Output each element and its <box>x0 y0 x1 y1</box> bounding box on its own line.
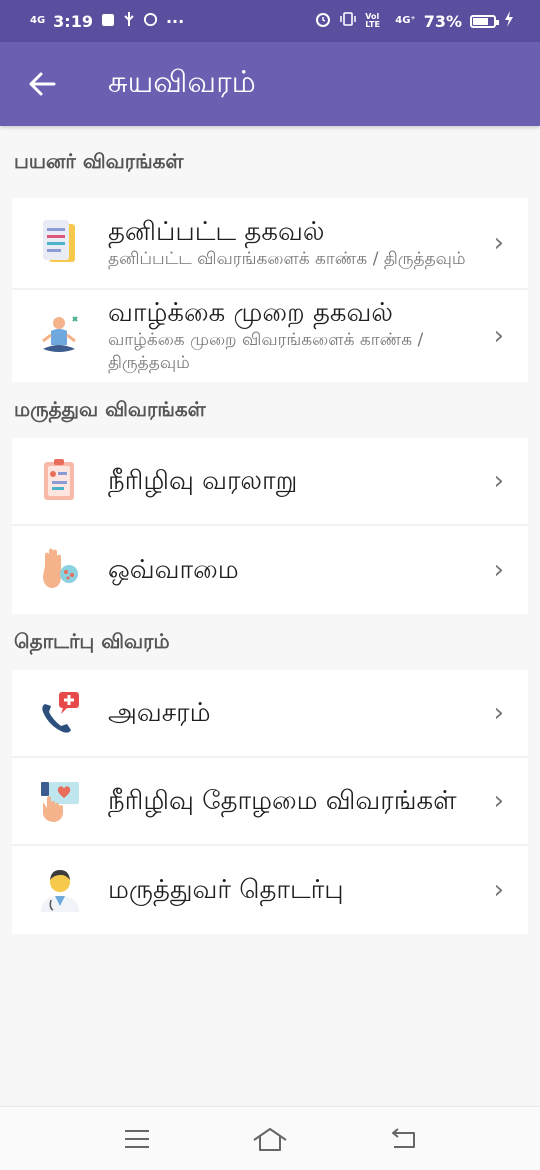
medical-report-icon <box>12 438 108 524</box>
section-header-contact-details: தொடர்பு விவரம் <box>14 628 170 653</box>
medical-details-card: நீரிழிவு வரலாறு › ஒவ்வாமை › <box>12 438 528 614</box>
diabetes-history-item[interactable]: நீரிழிவு வரலாறு › <box>12 438 528 526</box>
item-title: அவசரம் <box>108 698 211 728</box>
chevron-right-icon: › <box>493 466 504 496</box>
chevron-right-icon: › <box>493 875 504 905</box>
more-notifications: ··· <box>165 11 185 31</box>
vibrate-icon <box>339 11 357 31</box>
contact-details-card: அவசரம் › நீரிழிவு தோழமை விவரங்கள் › மருத… <box>12 670 528 934</box>
item-title: தனிப்பட்ட தகவல் <box>108 216 325 247</box>
chevron-right-icon: › <box>493 786 504 816</box>
back-button[interactable] <box>0 42 84 126</box>
status-right: Vol LTE 4G⁺ 73% <box>315 11 514 31</box>
emergency-item[interactable]: அவசரம் › <box>12 670 528 758</box>
chevron-right-icon: › <box>493 321 504 351</box>
app-bar: சுயவிவரம் <box>0 42 540 126</box>
system-nav-bar <box>0 1106 540 1170</box>
chevron-right-icon: › <box>493 555 504 585</box>
volte-indicator: Vol LTE <box>365 12 380 29</box>
network-indicator: 4G <box>30 15 46 26</box>
item-title: மருத்துவர் தொடர்பு <box>108 875 344 905</box>
personal-info-item[interactable]: தனிப்பட்ட தகவல் தனிப்பட்ட விவரங்களைக் கா… <box>12 198 528 290</box>
network-type: 4G⁺ <box>395 15 416 26</box>
status-time: 3:19 <box>53 11 93 31</box>
charging-icon <box>504 11 514 31</box>
alarm-icon <box>315 11 331 31</box>
usb-icon <box>123 11 135 31</box>
battery-percent: 73% <box>423 11 462 31</box>
notification-icon <box>101 12 115 31</box>
allergy-hand-icon <box>12 526 108 614</box>
diabetes-buddy-item[interactable]: நீரிழிவு தோழமை விவரங்கள் › <box>12 758 528 846</box>
lifestyle-info-item[interactable]: வாழ்க்கை முறை தகவல் வாழ்க்கை முறை விவரங்… <box>12 290 528 382</box>
home-icon <box>253 1127 287 1151</box>
menu-icon <box>124 1129 149 1148</box>
chevron-right-icon: › <box>493 228 504 258</box>
section-header-user-details: பயனர் விவரங்கள் <box>14 148 184 173</box>
meditation-icon <box>12 290 108 382</box>
doctor-contact-item[interactable]: மருத்துவர் தொடர்பு › <box>12 846 528 934</box>
emergency-phone-icon <box>12 670 108 756</box>
buddy-heart-icon <box>12 758 108 844</box>
arrow-back-icon <box>29 72 56 96</box>
chevron-right-icon: › <box>493 698 504 728</box>
item-title: நீரிழிவு தோழமை விவரங்கள் <box>108 786 457 816</box>
item-title: வாழ்க்கை முறை தகவல் <box>108 298 393 328</box>
status-left: 4G 3:19 ··· <box>30 11 184 31</box>
document-icon <box>12 198 108 288</box>
item-subtitle: வாழ்க்கை முறை விவரங்களைக் காண்க / திருத்… <box>108 330 424 373</box>
back-nav-button[interactable] <box>373 1114 433 1164</box>
user-details-card: தனிப்பட்ட தகவல் தனிப்பட்ட விவரங்களைக் கா… <box>12 198 528 382</box>
item-subtitle: தனிப்பட்ட விவரங்களைக் காண்க / திருத்தவும… <box>108 248 466 269</box>
page-title: சுயவிவரம் <box>108 64 256 100</box>
battery-icon <box>470 14 499 28</box>
item-title: ஒவ்வாமை <box>108 555 239 585</box>
home-nav-button[interactable] <box>240 1114 300 1164</box>
doctor-icon <box>12 846 108 934</box>
profile-content: பயனர் விவரங்கள் தனிப்பட்ட தகவல் தனிப்பட்… <box>0 126 540 934</box>
back-nav-icon <box>392 1127 416 1148</box>
menu-nav-button[interactable] <box>107 1114 167 1164</box>
item-title: நீரிழிவு வரலாறு <box>108 466 298 496</box>
status-bar: 4G 3:19 ··· Vol LTE 4G⁺ 73% <box>0 0 540 42</box>
whatsapp-icon <box>143 12 158 31</box>
section-header-medical-details: மருத்துவ விவரங்கள் <box>14 396 206 421</box>
allergy-item[interactable]: ஒவ்வாமை › <box>12 526 528 614</box>
